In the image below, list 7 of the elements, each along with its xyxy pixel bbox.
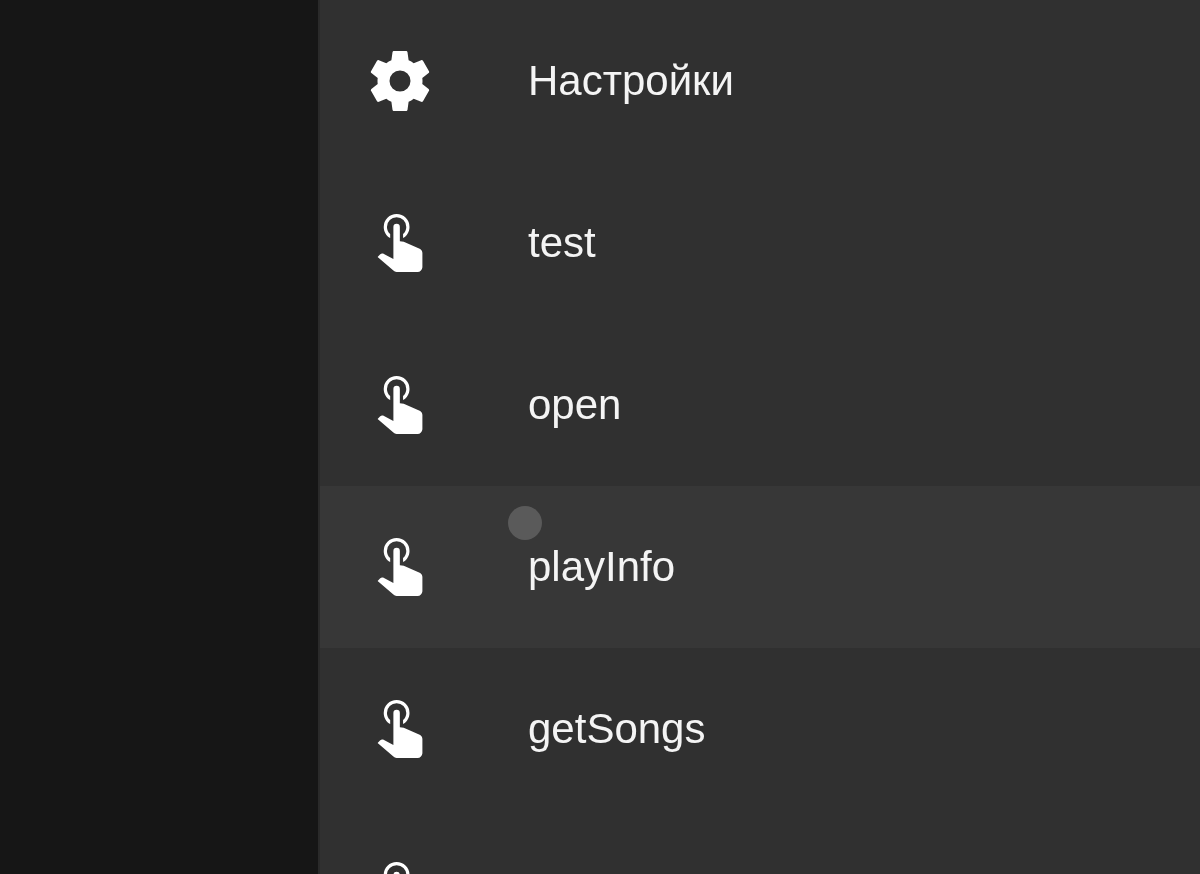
menu-item[interactable]: playInfo [320,486,1200,648]
tap-hand-icon [377,214,423,272]
gear-icon [370,51,430,111]
tap-hand-icon [377,538,423,596]
tap-hand-icon [377,376,423,434]
touch-ripple-icon [508,506,542,540]
tap-hand-icon [377,700,423,758]
